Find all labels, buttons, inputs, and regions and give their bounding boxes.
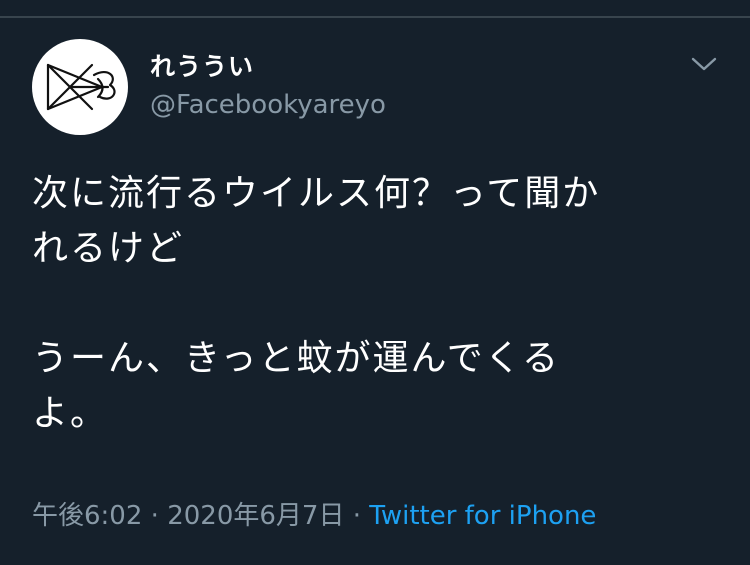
top-divider [0,0,750,18]
user-handle[interactable]: @Facebookyareyo [150,88,386,122]
avatar-logo-icon [46,63,116,111]
avatar[interactable] [32,39,128,135]
meta-separator: · [352,501,361,531]
tweet-date[interactable]: 2020年6月7日 [167,501,344,531]
tweet-meta: 午後6:02 · 2020年6月7日 · Twitter for iPhone [32,496,596,536]
tweet-text: 次に流行るウイルス何？って聞か れるけど うーん、きっと蚊が運んでくる よ。 [32,173,601,434]
tweet-source-link[interactable]: Twitter for iPhone [369,501,596,531]
chevron-down-icon[interactable] [690,52,718,76]
display-name[interactable]: れううい [150,52,254,82]
tweet-time[interactable]: 午後6:02 [32,501,142,531]
meta-separator: · [150,501,159,531]
